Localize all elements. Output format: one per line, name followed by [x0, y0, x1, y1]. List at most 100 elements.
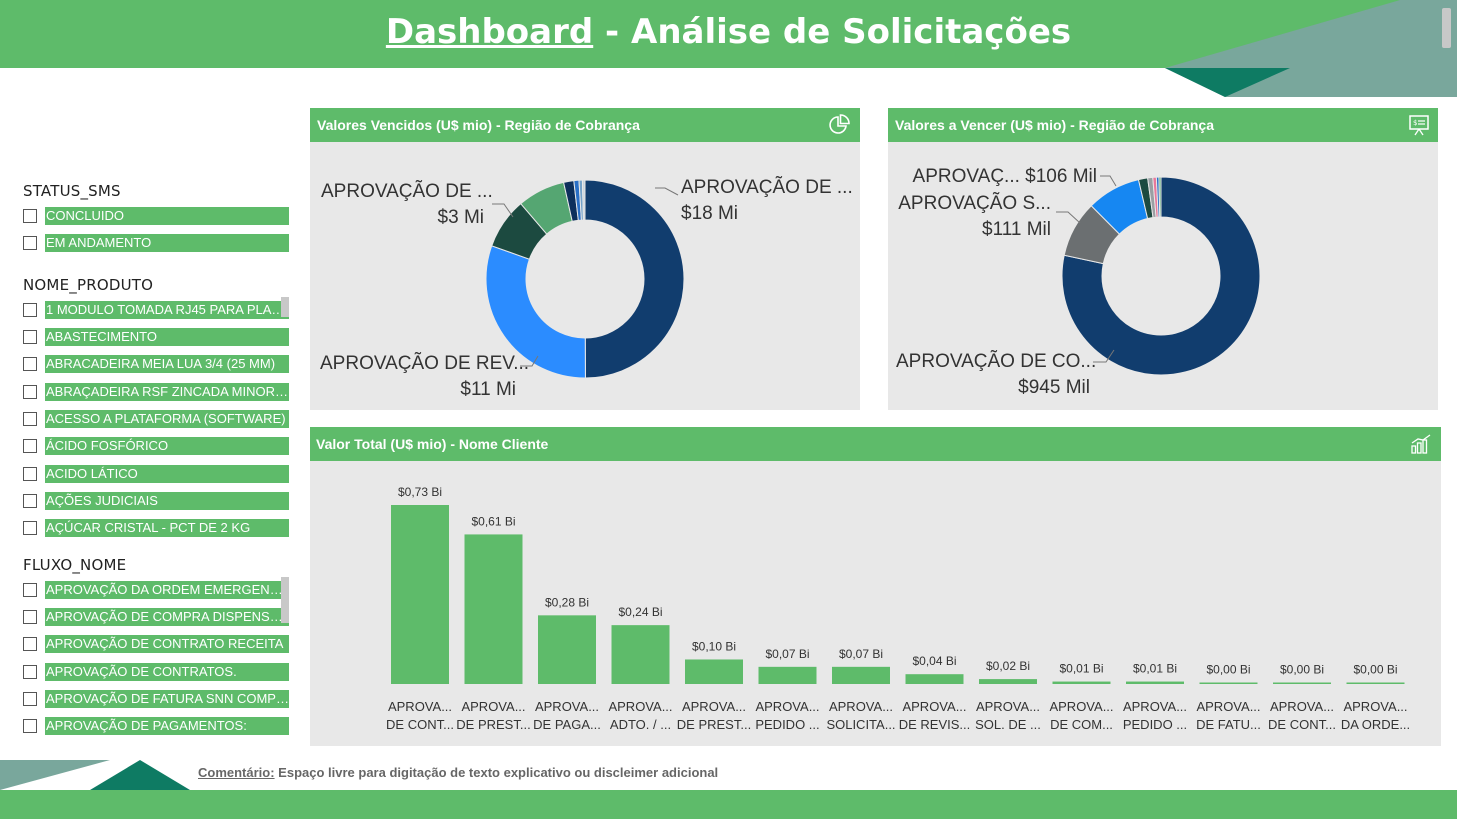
panel-title: Valores Vencidos (U$ mio) - Região de Co…	[317, 117, 640, 133]
bar-value-label: $0,10 Bi	[692, 639, 736, 653]
slice-value: $945 Mil	[1018, 377, 1090, 398]
slice-value: $11 Mi	[460, 379, 516, 400]
checkbox[interactable]	[23, 494, 37, 508]
bar-category-label: APROVA...	[1196, 699, 1260, 714]
checkbox[interactable]	[23, 467, 37, 481]
slicer-item-produto[interactable]: ÁCIDO FOSFÓRICO	[23, 437, 289, 455]
checkbox[interactable]	[23, 303, 37, 317]
bar[interactable]	[1199, 682, 1258, 685]
checkbox[interactable]	[23, 583, 37, 597]
bar-category-label: APROVA...	[755, 699, 819, 714]
bar-category-label: DA ORDE...	[1341, 717, 1410, 732]
checkbox[interactable]	[23, 637, 37, 651]
checkbox[interactable]	[23, 209, 37, 223]
slicer-scrollbar[interactable]	[281, 577, 289, 623]
bar-category-label: APROVA...	[1049, 699, 1113, 714]
slicer-item-fluxo[interactable]: APROVAÇÃO DE COMPRA DISPENSA ...	[23, 608, 289, 626]
donut-slices	[1061, 176, 1261, 376]
bar-category-label: PEDIDO ...	[755, 717, 819, 732]
slicer-title-status: STATUS_SMS	[23, 182, 121, 200]
slicer-item-produto[interactable]: 1 MODULO TOMADA RJ45 PARA PLACA	[23, 301, 289, 319]
slicer-title-produto: NOME_PRODUTO	[23, 276, 154, 294]
bar-value-label: $0,61 Bi	[471, 514, 515, 528]
bar[interactable]	[685, 659, 743, 684]
bar[interactable]	[1273, 682, 1331, 685]
bar-category-label: APROVA...	[535, 699, 599, 714]
checkbox[interactable]	[23, 330, 37, 344]
bar-value-label: $0,02 Bi	[986, 659, 1030, 673]
bar-category-label: APROVA...	[829, 699, 893, 714]
bar-category-label: DE FATU...	[1196, 717, 1261, 732]
bar[interactable]	[979, 679, 1037, 684]
checkbox[interactable]	[23, 719, 37, 733]
page-scrollbar[interactable]	[1442, 8, 1451, 48]
bar[interactable]	[1126, 681, 1184, 684]
bar-value-label: $0,28 Bi	[545, 595, 589, 609]
slicer-item-label: APROVAÇÃO DE FATURA SNN COMPL...	[45, 690, 289, 708]
bar[interactable]	[464, 534, 523, 684]
slicer-item-produto[interactable]: ABASTECIMENTO	[23, 328, 289, 346]
bar[interactable]	[832, 666, 890, 684]
bar[interactable]	[1052, 681, 1111, 684]
slicer-item-produto[interactable]: ABRACADEIRA MEIA LUA 3/4 (25 MM)	[23, 355, 289, 373]
bar-category-label: DE PREST...	[456, 717, 530, 732]
bar[interactable]	[611, 625, 670, 684]
checkbox[interactable]	[23, 610, 37, 624]
donut-label: APROVAÇÃO DE REV... $11 Mi	[320, 351, 529, 403]
leader-line	[655, 187, 679, 196]
slicer-item-label: APROVAÇÃO DE CONTRATO RECEITA	[45, 635, 289, 653]
slicer-item-produto[interactable]: AÇÕES JUDICIAIS	[23, 492, 289, 510]
slicer-item-label: ÁCIDO FOSFÓRICO	[45, 437, 289, 455]
bar-category-label: APROVA...	[682, 699, 746, 714]
bar-value-label: $0,73 Bi	[398, 485, 442, 499]
slicer-item-produto[interactable]: ACIDO LÁTICO	[23, 465, 289, 483]
slicer-item-label: APROVAÇÃO DE COMPRA DISPENSA ...	[45, 608, 289, 626]
slicer-item-fluxo[interactable]: APROVAÇÃO DE CONTRATOS.	[23, 663, 289, 681]
bar[interactable]	[1346, 682, 1405, 685]
bar-category-label: APROVA...	[461, 699, 525, 714]
slicer-item-produto[interactable]: AÇÚCAR CRISTAL - PCT DE 2 KG	[23, 519, 289, 537]
panel-title: Valores a Vencer (U$ mio) - Região de Co…	[895, 117, 1214, 133]
slice-name: APROVAÇÃO DE ...	[321, 181, 493, 202]
pie-chart-icon[interactable]	[828, 113, 852, 137]
checkbox[interactable]	[23, 665, 37, 679]
bar-category-label: APROVA...	[388, 699, 452, 714]
slicer-item-fluxo[interactable]: APROVAÇÃO DE PAGAMENTOS:	[23, 717, 289, 735]
panel-valores-a-vencer: Valores a Vencer (U$ mio) - Região de Co…	[888, 108, 1438, 410]
checkbox[interactable]	[23, 692, 37, 706]
panel-valor-total: Valor Total (U$ mio) - Nome Cliente $0,7…	[310, 427, 1441, 746]
checkbox[interactable]	[23, 412, 37, 426]
checkbox[interactable]	[23, 521, 37, 535]
bar-category-label: DE COM...	[1050, 717, 1113, 732]
bar[interactable]	[391, 505, 449, 684]
checkbox[interactable]	[23, 357, 37, 371]
footer-bar	[0, 790, 1457, 819]
slicer-item-label: CONCLUIDO	[45, 207, 289, 225]
slicer-scrollbar[interactable]	[281, 297, 289, 317]
slicer-item-status[interactable]: CONCLUIDO	[23, 207, 289, 225]
checkbox[interactable]	[23, 385, 37, 399]
bar[interactable]	[758, 666, 817, 684]
donut-slice[interactable]	[584, 179, 685, 379]
donut-label: APROVAÇÃO DE ... $3 Mi	[321, 179, 493, 231]
bar-value-label: $0,01 Bi	[1133, 662, 1177, 676]
slice-value: $106 Mil	[1025, 166, 1097, 187]
presentation-icon[interactable]: $	[1407, 113, 1431, 137]
slicer-item-fluxo[interactable]: APROVAÇÃO DE CONTRATO RECEITA	[23, 635, 289, 653]
checkbox[interactable]	[23, 236, 37, 250]
slicer-item-status[interactable]: EM ANDAMENTO	[23, 234, 289, 252]
slicer-item-produto[interactable]: ACESSO A PLATAFORMA (SOFTWARE)	[23, 410, 289, 428]
bar[interactable]	[538, 615, 596, 684]
slicer-item-produto[interactable]: ABRAÇADEIRA RSF ZINCADA MINOR F...	[23, 383, 289, 401]
donut-slice[interactable]	[1158, 176, 1162, 218]
checkbox[interactable]	[23, 439, 37, 453]
bar-value-label: $0,24 Bi	[618, 605, 662, 619]
bar-category-label: DE PREST...	[677, 717, 751, 732]
bar-category-label: PEDIDO ...	[1123, 717, 1187, 732]
slicer-item-fluxo[interactable]: APROVAÇÃO DE FATURA SNN COMPL...	[23, 690, 289, 708]
bar-value-label: $0,07 Bi	[839, 647, 883, 661]
donut-slices	[485, 179, 685, 379]
slicer-item-fluxo[interactable]: APROVAÇÃO DA ORDEM EMERGENCIAL	[23, 581, 289, 599]
slicer-item-label: AÇÕES JUDICIAIS	[45, 492, 289, 510]
bar[interactable]	[905, 674, 964, 684]
